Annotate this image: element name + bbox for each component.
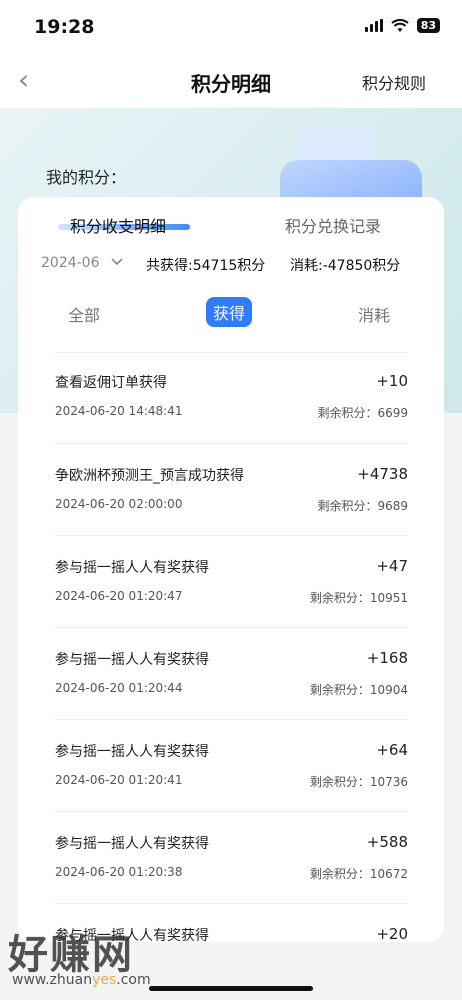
- list-divider: [55, 903, 408, 904]
- list-divider: [55, 627, 408, 628]
- status-bar: 19:28 83: [0, 0, 462, 54]
- wifi-icon: [391, 18, 409, 32]
- segment-earned[interactable]: 获得: [206, 297, 253, 327]
- record-amount: +20: [376, 925, 408, 942]
- cellular-signal-icon: [364, 19, 383, 32]
- status-icons: 83: [364, 18, 440, 33]
- record-amount: +588: [366, 833, 408, 851]
- list-divider: [55, 535, 408, 536]
- record-time: 2024-06-20 14:48:41: [55, 404, 183, 418]
- status-time: 19:28: [34, 16, 95, 38]
- record-title: 查看返佣订单获得: [55, 375, 167, 391]
- record-balance: 剩余积分：10736: [309, 775, 408, 789]
- total-earned-summary: 共获得:54715积分: [146, 258, 266, 274]
- list-divider: [55, 719, 408, 720]
- record-balance: 剩余积分：10904: [309, 683, 408, 697]
- segment-all[interactable]: 全部: [68, 302, 100, 326]
- my-points-label: 我的积分：: [46, 168, 127, 187]
- record-balance: 剩余积分：6699: [317, 406, 408, 420]
- points-rules-link[interactable]: 积分规则: [362, 70, 426, 94]
- record-title: 参与摇一摇人人有奖获得: [55, 560, 209, 576]
- record-title: 参与摇一摇人人有奖获得: [55, 652, 209, 668]
- list-divider: [55, 443, 408, 444]
- record-amount: +47: [376, 557, 408, 575]
- chevron-down-icon[interactable]: [111, 255, 123, 270]
- record-time: 2024-06-20 02:00:00: [55, 497, 183, 511]
- record-balance: 剩余积分：10672: [309, 867, 408, 881]
- record-balance: 剩余积分：10951: [309, 591, 408, 605]
- site-watermark: 好赚网 www.zhuanyes.com: [8, 922, 198, 992]
- record-time: 2024-06-20 01:20:38: [55, 865, 183, 879]
- watermark-url: www.zhuanyes.com: [12, 972, 151, 988]
- points-detail-card: 积分收支明细 积分兑换记录 2024-06 共获得:54715积分 消耗:-47…: [18, 197, 444, 942]
- battery-icon: 83: [416, 18, 440, 33]
- record-balance: 剩余积分：9689: [317, 499, 408, 513]
- record-time: 2024-06-20 01:20:47: [55, 589, 183, 603]
- tab-exchange-records[interactable]: 积分兑换记录: [285, 213, 381, 237]
- record-amount: +64: [376, 741, 408, 759]
- record-amount: +10: [376, 372, 408, 390]
- total-spent-summary: 消耗:-47850积分: [290, 258, 401, 274]
- record-title: 争欧洲杯预测王_预言成功获得: [55, 468, 244, 484]
- segment-spent[interactable]: 消耗: [358, 302, 390, 326]
- record-title: 参与摇一摇人人有奖获得: [55, 744, 209, 760]
- record-amount: +4738: [357, 465, 408, 483]
- month-selector[interactable]: 2024-06: [41, 255, 100, 271]
- record-title: 参与摇一摇人人有奖获得: [55, 836, 209, 852]
- list-divider: [55, 811, 408, 812]
- tab-income-expense[interactable]: 积分收支明细: [70, 213, 166, 237]
- home-indicator: [149, 986, 313, 991]
- list-divider: [55, 352, 408, 353]
- record-time: 2024-06-20 01:20:41: [55, 773, 183, 787]
- record-amount: +168: [366, 649, 408, 667]
- record-time: 2024-06-20 01:20:44: [55, 681, 183, 695]
- nav-bar: ‹ 积分明细 积分规则: [0, 54, 462, 108]
